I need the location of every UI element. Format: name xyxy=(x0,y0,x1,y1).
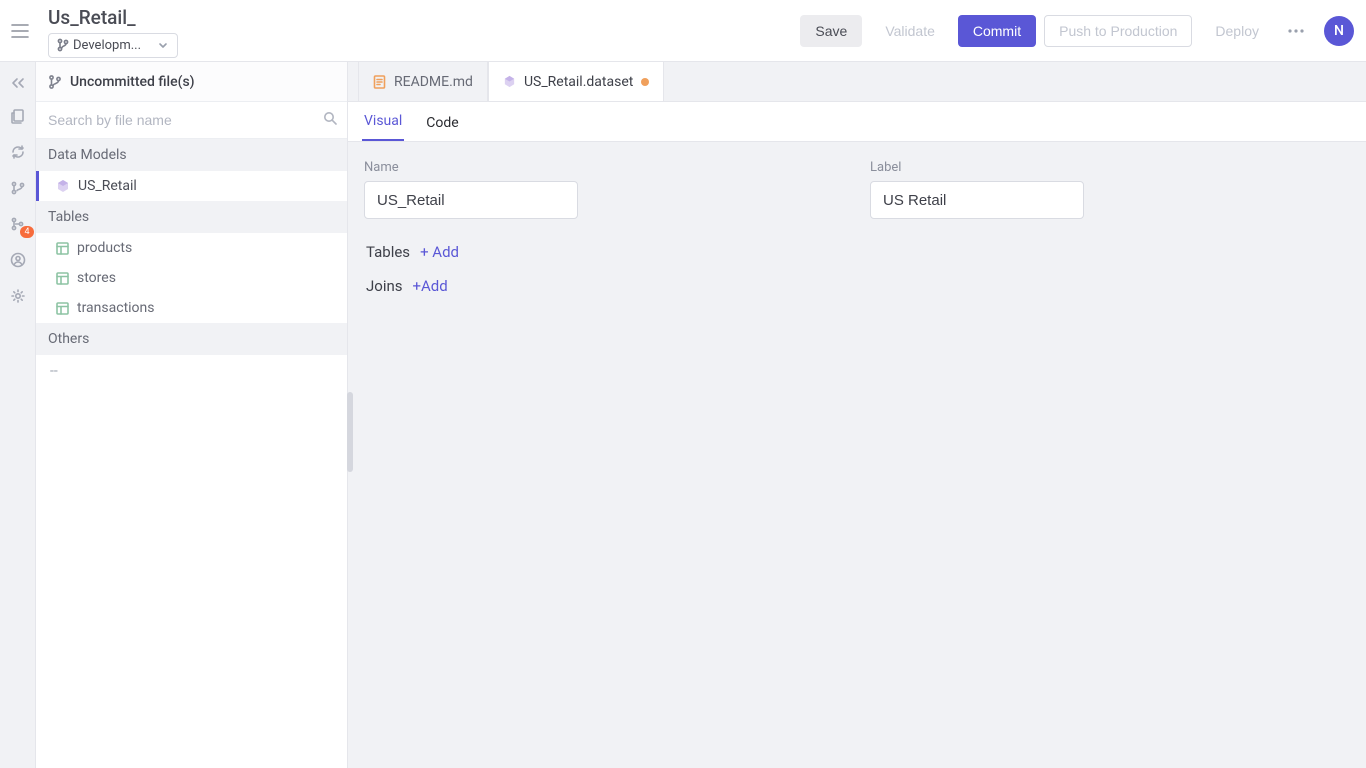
joins-add-link[interactable]: +Add xyxy=(413,277,448,295)
rail-settings-button[interactable] xyxy=(0,278,36,314)
name-input[interactable] xyxy=(364,181,578,219)
rail-commits-button[interactable]: 4 xyxy=(0,206,36,242)
section-data-models: Data Models xyxy=(36,139,347,171)
file-item-products[interactable]: products xyxy=(36,233,347,263)
commits-badge: 4 xyxy=(20,226,33,238)
section-others: Others xyxy=(36,323,347,355)
field-name: Name xyxy=(364,160,578,219)
others-empty: -- xyxy=(36,355,347,387)
rail-user-button[interactable] xyxy=(0,242,36,278)
page-title: Us_Retail_ xyxy=(48,6,178,29)
branch-selector[interactable]: Developm... xyxy=(48,33,178,58)
file-item-transactions[interactable]: transactions xyxy=(36,293,347,323)
file-panel: Uncommitted file(s) Data Models US_Retai… xyxy=(36,62,348,768)
hamburger-icon xyxy=(11,24,29,38)
file-item-label: products xyxy=(77,240,132,256)
file-search xyxy=(36,102,347,139)
readme-icon xyxy=(373,75,386,89)
tab-label: README.md xyxy=(394,74,473,90)
file-search-input[interactable] xyxy=(36,102,347,138)
rail-files-button[interactable] xyxy=(0,98,36,134)
commit-button[interactable]: Commit xyxy=(958,15,1036,47)
file-item-stores[interactable]: stores xyxy=(36,263,347,293)
tables-row: Tables + Add xyxy=(366,243,1348,261)
save-button[interactable]: Save xyxy=(800,15,862,47)
form-area: Name Label xyxy=(348,142,1366,237)
dots-horizontal-icon xyxy=(1288,29,1304,33)
dataset-icon xyxy=(503,75,516,88)
tab-us-retail-dataset[interactable]: US_Retail.dataset xyxy=(488,62,664,101)
avatar[interactable]: N xyxy=(1324,16,1354,46)
file-item-label: transactions xyxy=(77,300,155,316)
file-item-label: stores xyxy=(77,270,116,286)
dirty-indicator-icon xyxy=(641,78,649,86)
branch-label: Developm... xyxy=(73,38,153,53)
sync-icon xyxy=(10,144,26,160)
editor-tabs: README.md US_Retail.dataset xyxy=(348,62,1366,102)
gear-icon xyxy=(10,288,26,304)
search-icon xyxy=(323,111,337,129)
dataset-icon xyxy=(56,179,70,193)
table-icon xyxy=(56,242,69,255)
files-icon xyxy=(10,108,26,124)
tab-readme[interactable]: README.md xyxy=(358,62,488,101)
label-input[interactable] xyxy=(870,181,1084,219)
validate-button[interactable]: Validate xyxy=(870,15,950,47)
joins-row-label: Joins xyxy=(366,277,403,295)
git-branch-icon xyxy=(57,38,69,52)
joins-row: Joins +Add xyxy=(366,277,1348,295)
icon-rail: 4 xyxy=(0,62,36,768)
main-menu-button[interactable] xyxy=(0,0,40,61)
table-icon xyxy=(56,272,69,285)
file-item-us-retail[interactable]: US_Retail xyxy=(36,171,347,201)
topbar-actions: Save Validate Commit Push to Production … xyxy=(800,15,1354,47)
editor-area: README.md US_Retail.dataset Visual Code … xyxy=(348,62,1366,768)
section-tables: Tables xyxy=(36,201,347,233)
subtab-visual[interactable]: Visual xyxy=(362,103,404,141)
chevron-down-icon xyxy=(157,39,169,51)
rail-sync-button[interactable] xyxy=(0,134,36,170)
deploy-button[interactable]: Deploy xyxy=(1200,15,1274,47)
topbar: Us_Retail_ Developm... Save Validate Com… xyxy=(0,0,1366,62)
rail-branches-button[interactable] xyxy=(0,170,36,206)
tab-label: US_Retail.dataset xyxy=(524,74,633,90)
tables-row-label: Tables xyxy=(366,243,410,261)
user-circle-icon xyxy=(10,252,26,268)
tables-add-link[interactable]: + Add xyxy=(420,243,459,261)
push-button[interactable]: Push to Production xyxy=(1044,15,1192,47)
file-panel-header-label: Uncommitted file(s) xyxy=(70,74,195,90)
collapse-panel-button[interactable] xyxy=(0,68,36,98)
file-item-label: US_Retail xyxy=(78,178,137,194)
table-icon xyxy=(56,302,69,315)
scrollbar-thumb[interactable] xyxy=(347,392,353,472)
more-button[interactable] xyxy=(1282,15,1310,47)
git-branch-icon xyxy=(48,74,62,90)
git-branch-icon xyxy=(10,180,26,196)
file-panel-header: Uncommitted file(s) xyxy=(36,62,347,102)
field-label: Label xyxy=(870,160,1084,219)
editor-subtabs: Visual Code xyxy=(348,102,1366,142)
name-label: Name xyxy=(364,160,578,175)
collapse-left-icon xyxy=(11,77,25,89)
subtab-code[interactable]: Code xyxy=(424,105,460,141)
label-label: Label xyxy=(870,160,1084,175)
